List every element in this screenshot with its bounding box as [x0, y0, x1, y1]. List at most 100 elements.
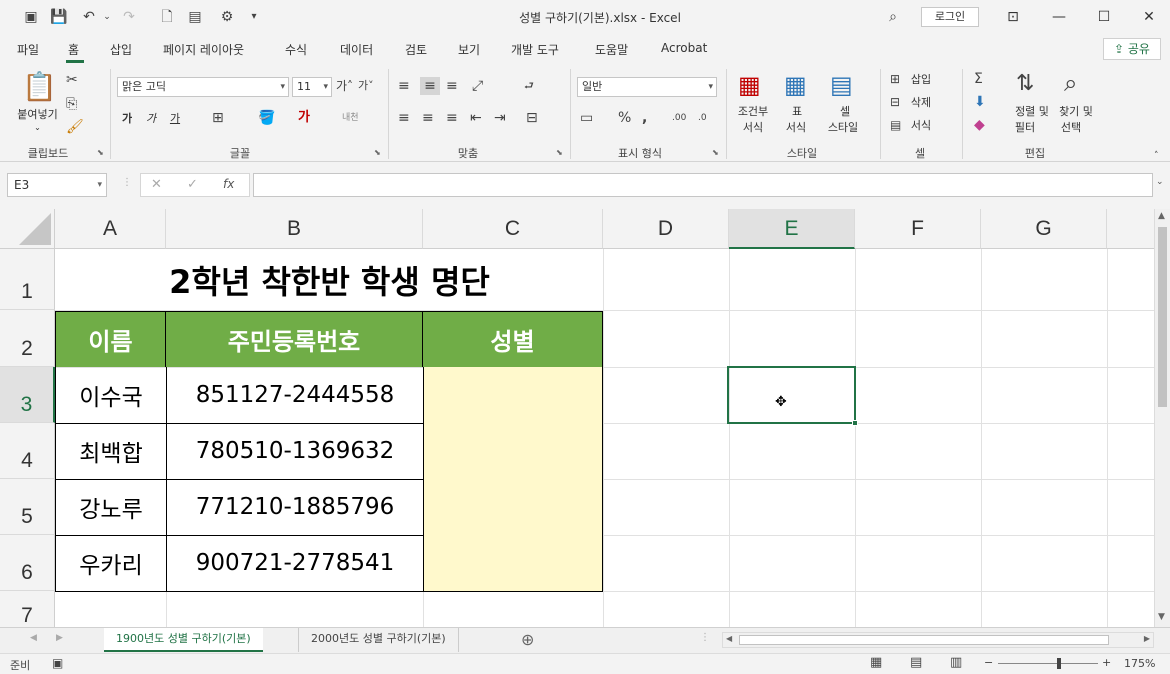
paste-icon[interactable]: 📋 [22, 71, 57, 103]
tab-page-layout[interactable]: 페이지 레이아웃 [163, 41, 244, 58]
zoom-in-icon[interactable]: + [1102, 656, 1111, 669]
prev-sheet-icon[interactable]: ◀ [30, 633, 37, 643]
sheet-tab-1900[interactable]: 1900년도 성별 구하기(기본) [104, 628, 263, 652]
zoom-slider[interactable] [998, 663, 1098, 664]
active-cell-border[interactable]: ✥ [727, 366, 856, 424]
vertical-scrollbar[interactable]: ▲ ▼ [1154, 209, 1170, 627]
save-icon[interactable]: 💾 [50, 8, 68, 26]
formula-input[interactable] [253, 173, 1153, 197]
name-box[interactable]: E3 ▾ [7, 173, 107, 197]
name-cell[interactable]: 강노루 [55, 479, 167, 536]
undo-dropdown-icon[interactable]: ⌄ [98, 8, 116, 26]
ribbon-display-icon[interactable]: ⊡ [1000, 6, 1026, 28]
gender-cell[interactable] [423, 535, 603, 592]
scroll-right-icon[interactable]: ▶ [1144, 634, 1150, 643]
id-cell[interactable]: 900721-2778541 [166, 535, 424, 592]
scroll-left-icon[interactable]: ◀ [726, 634, 732, 643]
login-button[interactable]: 로그인 [921, 7, 979, 27]
paste-button[interactable]: 붙여넣기 [10, 108, 65, 121]
normal-view-icon[interactable]: ▦ [870, 655, 882, 670]
row-header-1[interactable]: 1 [0, 249, 55, 310]
decrease-font-icon[interactable]: 가˅ [358, 77, 374, 95]
wrap-text-icon[interactable]: ⮐ [524, 77, 534, 95]
increase-indent-icon[interactable]: ⇥ [494, 109, 506, 127]
align-middle-icon[interactable]: ≡ [420, 77, 440, 95]
customize-qat-icon[interactable]: ▾ [245, 8, 263, 26]
tab-help[interactable]: 도움말 [595, 41, 628, 58]
number-format-select[interactable]: 일반 ▾ [577, 77, 717, 97]
close-icon[interactable]: ✕ [1136, 6, 1162, 28]
copy-icon[interactable]: ⎘ [66, 95, 77, 113]
undo-icon[interactable]: ↶ [80, 8, 98, 26]
row-header-6[interactable]: 6 [0, 535, 55, 591]
decrease-indent-icon[interactable]: ⇤ [470, 109, 482, 127]
add-sheet-icon[interactable]: ⊕ [521, 630, 534, 649]
minimize-icon[interactable]: — [1046, 6, 1072, 28]
search-icon[interactable]: ⌕ [884, 8, 902, 26]
format-cells-button[interactable]: 서식 [907, 119, 935, 132]
tab-data[interactable]: 데이터 [340, 41, 373, 58]
align-left-icon[interactable]: ≡ [398, 109, 410, 127]
merge-center-icon[interactable]: ⊟ [526, 109, 538, 127]
align-right-icon[interactable]: ≡ [446, 109, 458, 127]
new-file-icon[interactable]: 🗋 [158, 8, 176, 26]
row-header-5[interactable]: 5 [0, 479, 55, 535]
share-button[interactable]: ⇪ 공유 [1103, 38, 1161, 60]
id-cell[interactable]: 771210-1885796 [166, 479, 424, 536]
cancel-icon[interactable]: ✕ [151, 177, 162, 192]
column-header-h[interactable] [1107, 209, 1154, 249]
insert-cells-icon[interactable]: ⊞ [890, 70, 900, 88]
alignment-launcher-icon[interactable]: ⬊ [556, 148, 563, 157]
zoom-slider-thumb[interactable] [1057, 658, 1061, 669]
name-cell[interactable]: 우카리 [55, 535, 167, 592]
page-break-view-icon[interactable]: ▥ [950, 655, 962, 670]
font-color-icon[interactable]: 가 [298, 109, 310, 127]
column-header-b[interactable]: B [166, 209, 423, 249]
autosave-icon[interactable]: ▣ [22, 8, 40, 26]
column-header-e[interactable]: E [729, 209, 855, 249]
row-header-4[interactable]: 4 [0, 423, 55, 479]
column-header-d[interactable]: D [603, 209, 729, 249]
insert-cells-button[interactable]: 삽입 [907, 73, 935, 86]
worksheet-grid[interactable]: A B C D E F G 1 2 3 4 5 6 7 2학년 착한반 학생 명… [0, 209, 1154, 627]
conditional-format-icon[interactable]: ▦ [738, 71, 761, 99]
vertical-scroll-thumb[interactable] [1158, 227, 1167, 407]
number-launcher-icon[interactable]: ⬊ [712, 148, 719, 157]
accounting-format-icon[interactable]: ▭ [580, 109, 593, 127]
drag-handle-icon[interactable]: ⋮ [122, 177, 132, 188]
zoom-level[interactable]: 175% [1124, 657, 1155, 670]
sort-filter-button[interactable]: 정렬 및 [1010, 105, 1054, 118]
phonetic-icon[interactable]: 내천 [342, 109, 359, 127]
zoom-out-icon[interactable]: − [984, 656, 993, 669]
drag-handle-icon[interactable]: ⋮ [700, 632, 710, 643]
align-bottom-icon[interactable]: ≡ [446, 77, 458, 95]
header-name-cell[interactable]: 이름 [55, 311, 166, 367]
border-icon[interactable]: ⊞ [212, 109, 224, 127]
enter-icon[interactable]: ✓ [187, 177, 198, 192]
find-select-icon[interactable]: ⌕ [1064, 69, 1077, 97]
name-cell[interactable]: 최백합 [55, 423, 167, 480]
cell-styles-icon[interactable]: ▤ [830, 71, 853, 99]
fill-color-icon[interactable]: 🪣 [258, 109, 275, 127]
percent-icon[interactable]: % [618, 109, 631, 127]
delete-cells-button[interactable]: 삭제 [907, 96, 935, 109]
tab-file[interactable]: 파일 [17, 41, 39, 58]
name-cell[interactable]: 이수국 [55, 367, 167, 424]
settings-icon[interactable]: ⚙ [218, 8, 236, 26]
column-header-g[interactable]: G [981, 209, 1107, 249]
header-id-cell[interactable]: 주민등록번호 [166, 311, 423, 367]
tab-acrobat[interactable]: Acrobat [661, 41, 707, 55]
macro-record-icon[interactable]: ▣ [52, 656, 63, 670]
fill-handle[interactable] [852, 420, 858, 426]
tab-view[interactable]: 보기 [458, 41, 480, 58]
cell-styles-button[interactable]: 셀 [830, 105, 860, 118]
align-center-icon[interactable]: ≡ [422, 109, 434, 127]
id-cell[interactable]: 851127-2444558 [166, 367, 424, 424]
maximize-icon[interactable]: ☐ [1091, 6, 1117, 28]
orientation-icon[interactable]: ⤢ [472, 77, 483, 95]
select-all-corner[interactable] [0, 209, 55, 249]
page-layout-view-icon[interactable]: ▤ [910, 655, 922, 670]
sort-filter-icon[interactable]: ⇅ [1016, 71, 1034, 97]
gender-cell[interactable] [423, 479, 603, 536]
bold-button[interactable]: 가 [120, 112, 134, 125]
